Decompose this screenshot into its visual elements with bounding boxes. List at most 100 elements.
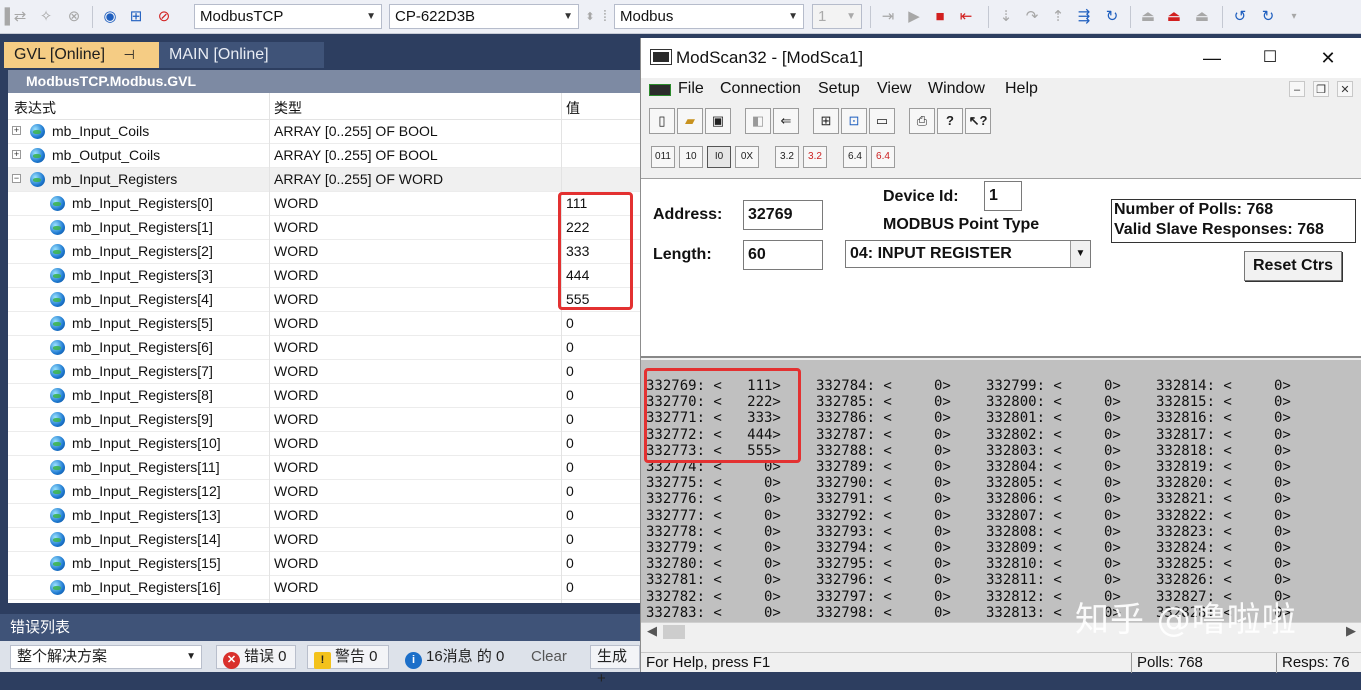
minimize-icon[interactable]: — — [1189, 44, 1235, 72]
format-double-swapped-icon[interactable]: 6.4 — [871, 146, 895, 168]
value-cell[interactable]: 0 — [566, 507, 574, 523]
table-row[interactable]: mb_Input_Registers[15] WORD 0 — [8, 552, 640, 576]
stop-icon[interactable]: ■ — [930, 7, 950, 27]
login-icon[interactable]: ⇥ — [878, 7, 898, 27]
run-icon[interactable]: ▶ — [904, 7, 924, 27]
disconnect-icon[interactable]: ⇐ — [773, 108, 799, 134]
table-row[interactable]: mb_Input_Registers[12] WORD 0 — [8, 480, 640, 504]
mdi-minimize-icon[interactable]: – — [1289, 81, 1305, 97]
format-float-swapped-icon[interactable]: 3.2 — [803, 146, 827, 168]
column-header-expression[interactable]: 表达式 — [14, 98, 56, 118]
table-row[interactable]: − mb_Input_Registers ARRAY [0..255] OF WOR… — [8, 168, 640, 192]
point-type-select[interactable]: 04: INPUT REGISTER ▼ — [845, 240, 1091, 268]
mdi-restore-icon[interactable]: ❐ — [1313, 81, 1329, 97]
clear-button[interactable]: Clear — [524, 645, 582, 669]
redo-icon[interactable]: ↻ — [1258, 7, 1278, 27]
format-binary-icon[interactable]: 011 — [651, 146, 675, 168]
mdi-close-icon[interactable]: ✕ — [1337, 81, 1353, 97]
maximize-icon[interactable]: ☐ — [1247, 44, 1293, 72]
messages-filter-button[interactable]: i 16消息 的 0 — [398, 645, 516, 669]
column-header-value[interactable]: 值 — [566, 98, 580, 118]
table-row[interactable]: mb_Input_Registers[4] WORD 555 — [8, 288, 640, 312]
expand-toggle-icon[interactable]: + — [12, 126, 21, 135]
menu-window[interactable]: Window — [928, 80, 985, 98]
value-cell[interactable]: 0 — [566, 483, 574, 499]
scrollbar-thumb[interactable] — [663, 625, 685, 639]
stop-circle-icon[interactable]: ⊗ — [64, 7, 84, 27]
table-row[interactable]: mb_Input_Registers[3] WORD 444 — [8, 264, 640, 288]
menu-file[interactable]: File — [678, 80, 704, 98]
print-icon[interactable]: ⎙ — [909, 108, 935, 134]
close-window-icon[interactable]: ✕ — [1305, 44, 1351, 72]
instance-combo[interactable]: 1 ▼ — [812, 4, 862, 29]
format-hex-icon[interactable]: 0X — [735, 146, 759, 168]
value-cell[interactable]: 0 — [566, 363, 574, 379]
display-options-icon[interactable]: ⊞ — [813, 108, 839, 134]
table-row[interactable]: + mb_Output_Coils ARRAY [0..255] OF BOOL — [8, 144, 640, 168]
breakpoint-list-icon[interactable]: ⏏ — [1192, 7, 1212, 27]
scope-select[interactable]: 整个解决方案 ▼ — [10, 645, 202, 669]
value-cell[interactable]: 0 — [566, 531, 574, 547]
table-row[interactable]: mb_Input_Registers[6] WORD 0 — [8, 336, 640, 360]
show-next-statement-icon[interactable]: ⇶ — [1074, 7, 1094, 27]
table-row[interactable]: mb_Input_Registers[0] WORD 111 — [8, 192, 640, 216]
tab-main[interactable]: MAIN [Online] — [159, 42, 324, 68]
format-float-icon[interactable]: 3.2 — [775, 146, 799, 168]
table-row[interactable]: mb_Input_Registers[10] WORD 0 — [8, 432, 640, 456]
device-tree-icon[interactable]: ⊞ — [126, 7, 146, 27]
menu-setup[interactable]: Setup — [818, 80, 860, 98]
refresh-icon[interactable]: ⇄ — [10, 7, 30, 27]
traffic-icon[interactable]: ⊡ — [841, 108, 867, 134]
format-decimal-icon[interactable]: 10 — [679, 146, 703, 168]
format-integer-icon[interactable]: I0 — [707, 146, 731, 168]
value-cell[interactable]: 0 — [566, 387, 574, 403]
address-field[interactable]: 32769 — [743, 200, 823, 230]
table-row[interactable]: mb_Input_Registers[5] WORD 0 — [8, 312, 640, 336]
menu-view[interactable]: View — [877, 80, 911, 98]
reset-icon[interactable]: ↻ — [1102, 7, 1122, 27]
toggle-breakpoint-icon[interactable]: ⏏ — [1164, 7, 1184, 27]
device-combo[interactable]: CP-622D3B ▼ — [389, 4, 579, 29]
menu-connection[interactable]: Connection — [720, 80, 801, 98]
expand-toggle-icon[interactable]: − — [12, 174, 21, 183]
scan-network-icon[interactable]: ◉ — [100, 7, 120, 27]
scroll-left-icon[interactable]: ◀ — [647, 623, 657, 639]
save-icon[interactable]: ▣ — [705, 108, 731, 134]
value-cell[interactable]: 0 — [566, 339, 574, 355]
open-folder-icon[interactable]: ▰ — [677, 108, 703, 134]
pin-icon[interactable]: ⊣ — [123, 47, 134, 62]
table-row[interactable]: mb_Input_Registers[14] WORD 0 — [8, 528, 640, 552]
menu-help[interactable]: Help — [1005, 80, 1038, 98]
undo-icon[interactable]: ↺ — [1230, 7, 1250, 27]
build-filter-select[interactable]: 生成 + — [590, 645, 640, 687]
context-help-icon[interactable]: ↖? — [965, 108, 991, 134]
disconnect-icon[interactable]: ⊘ — [154, 7, 174, 27]
magic-wand-icon[interactable]: ✧ — [36, 7, 56, 27]
scroll-right-icon[interactable]: ▶ — [1346, 623, 1356, 639]
breakpoint-icon[interactable]: ⏏ — [1138, 7, 1158, 27]
protocol-combo[interactable]: ModbusTCP ▼ — [194, 4, 382, 29]
value-cell[interactable]: 0 — [566, 555, 574, 571]
table-row[interactable]: mb_Input_Registers[11] WORD 0 — [8, 456, 640, 480]
table-row[interactable]: mb_Input_Registers[7] WORD 0 — [8, 360, 640, 384]
table-row[interactable]: mb_Input_Registers[1] WORD 222 — [8, 216, 640, 240]
chevron-down-icon[interactable]: ▼ — [1070, 241, 1090, 267]
warnings-filter-button[interactable]: ! 警告 0 — [307, 645, 389, 669]
errors-filter-button[interactable]: ✕ 错误 0 — [216, 645, 296, 669]
table-row[interactable]: mb_Input_Registers[13] WORD 0 — [8, 504, 640, 528]
step-over-icon[interactable]: ⇣ — [996, 7, 1016, 27]
value-cell[interactable]: 0 — [566, 459, 574, 475]
logout-icon[interactable]: ⇤ — [956, 7, 976, 27]
driver-combo[interactable]: Modbus ▼ — [614, 4, 804, 29]
table-row[interactable]: mb_Input_Registers[9] WORD 0 — [8, 408, 640, 432]
table-row[interactable]: mb_Input_Registers[16] WORD 0 — [8, 576, 640, 600]
format-double-icon[interactable]: 6.4 — [843, 146, 867, 168]
step-into-icon[interactable]: ↷ — [1022, 7, 1042, 27]
table-row[interactable]: mb_Input_Registers[2] WORD 333 — [8, 240, 640, 264]
value-cell[interactable]: 0 — [566, 579, 574, 595]
length-field[interactable]: 60 — [743, 240, 823, 270]
expand-toggle-icon[interactable]: + — [12, 150, 21, 159]
value-cell[interactable]: 0 — [566, 435, 574, 451]
connect-icon[interactable]: ◧ — [745, 108, 771, 134]
value-cell[interactable]: 0 — [566, 411, 574, 427]
